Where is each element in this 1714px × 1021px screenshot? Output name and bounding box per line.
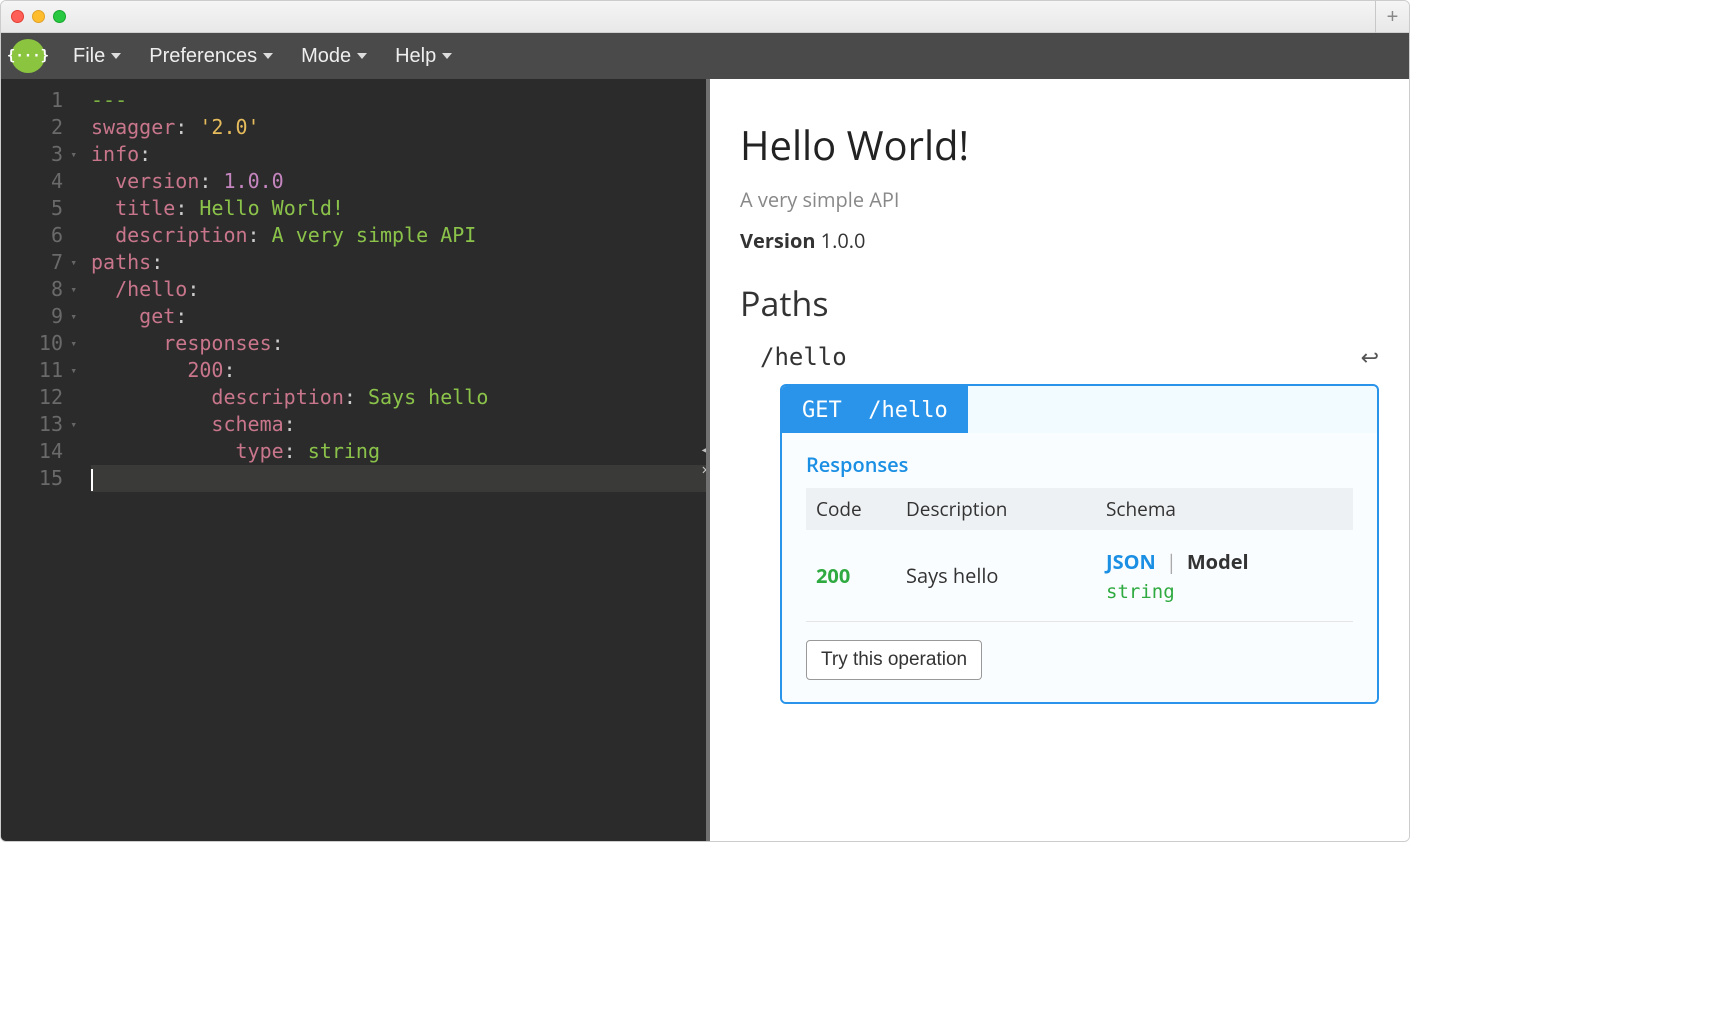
- chevron-down-icon: [442, 53, 452, 59]
- editor-content[interactable]: ---swagger: '2.0'info: version: 1.0.0 ti…: [81, 79, 706, 841]
- menu-file-label: File: [73, 45, 105, 68]
- path-name: /hello: [760, 343, 847, 371]
- op-method: GET: [802, 398, 842, 423]
- editor-gutter: 123456789101112131415: [1, 79, 81, 841]
- chevron-down-icon: [111, 53, 121, 59]
- split-handle[interactable]: ◀ ✕: [702, 442, 706, 478]
- path-row[interactable]: /hello ↩: [740, 342, 1379, 372]
- minimize-window-icon[interactable]: [32, 10, 45, 23]
- operation-body: Responses Code Description Schema 200 Sa…: [782, 433, 1377, 702]
- menu-mode-label: Mode: [301, 45, 351, 68]
- operation-card: GET /hello Responses Code Description Sc…: [780, 384, 1379, 704]
- new-tab-button[interactable]: +: [1375, 1, 1409, 33]
- chevron-down-icon: [357, 53, 367, 59]
- schema-tab-model[interactable]: Model: [1187, 548, 1249, 575]
- main-split: 123456789101112131415 ---swagger: '2.0'i…: [1, 79, 1409, 841]
- response-code: 200: [816, 562, 906, 589]
- responses-header-row: Code Description Schema: [806, 488, 1353, 530]
- col-description: Description: [906, 496, 1106, 522]
- titlebar: +: [1, 1, 1409, 33]
- response-row: 200 Says hello JSON|Model string: [806, 530, 1353, 622]
- menu-mode[interactable]: Mode: [301, 45, 367, 68]
- schema-tab-json[interactable]: JSON: [1106, 548, 1156, 575]
- menubar: {···} File Preferences Mode Help: [1, 33, 1409, 79]
- paths-heading: Paths: [740, 280, 1379, 326]
- close-window-icon[interactable]: [11, 10, 24, 23]
- operation-tab[interactable]: GET /hello: [782, 386, 968, 433]
- try-operation-button[interactable]: Try this operation: [806, 640, 982, 680]
- api-version: Version 1.0.0: [740, 227, 1379, 254]
- menu-prefs-label: Preferences: [149, 45, 257, 68]
- menu-preferences[interactable]: Preferences: [149, 45, 273, 68]
- response-description: Says hello: [906, 562, 1106, 589]
- col-schema: Schema: [1106, 496, 1343, 522]
- api-description: A very simple API: [740, 186, 1379, 213]
- op-path: /hello: [868, 398, 947, 423]
- version-label: Version: [740, 227, 815, 254]
- responses-heading: Responses: [806, 451, 1353, 478]
- chevron-left-icon: ◀: [702, 442, 706, 458]
- schema-value: string: [1106, 581, 1343, 603]
- chevron-down-icon: [263, 53, 273, 59]
- menu-file[interactable]: File: [73, 45, 121, 68]
- window-controls: [11, 10, 66, 23]
- swagger-logo-icon: {···}: [11, 39, 45, 73]
- code-editor[interactable]: 123456789101112131415 ---swagger: '2.0'i…: [1, 79, 706, 841]
- reply-icon[interactable]: ↩: [1361, 342, 1379, 372]
- zoom-window-icon[interactable]: [53, 10, 66, 23]
- menu-help[interactable]: Help: [395, 45, 452, 68]
- drag-grip-icon: ✕: [702, 462, 706, 478]
- col-code: Code: [816, 496, 906, 522]
- menu-help-label: Help: [395, 45, 436, 68]
- response-schema: JSON|Model string: [1106, 548, 1343, 603]
- api-title: Hello World!: [740, 117, 1379, 172]
- preview-pane: Hello World! A very simple API Version 1…: [706, 79, 1409, 841]
- app-window: + {···} File Preferences Mode Help 12345…: [0, 0, 1410, 842]
- version-value: 1.0.0: [821, 227, 866, 254]
